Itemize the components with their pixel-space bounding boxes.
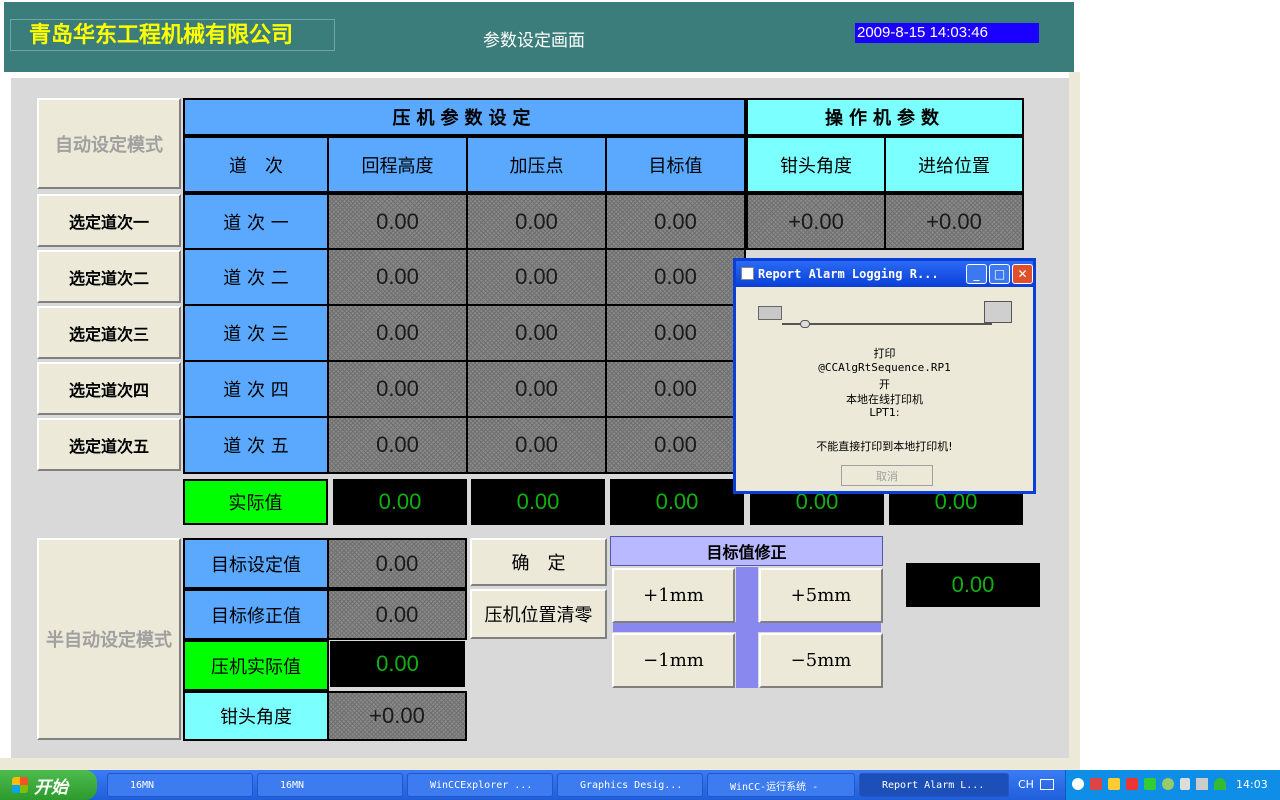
confirm-button[interactable]: 确 定: [470, 538, 607, 586]
select-pass-2-button[interactable]: 选定道次二: [37, 250, 181, 303]
minimize-icon[interactable]: _: [966, 264, 987, 284]
select-pass-4-button[interactable]: 选定道次四: [37, 362, 181, 415]
windows-logo-icon: [12, 777, 28, 793]
col-header-feed-position: 进给位置: [884, 136, 1024, 193]
pass-3-press-point[interactable]: 0.00: [466, 304, 607, 362]
taskbar-item-report-alarm[interactable]: Report Alarm L...: [859, 773, 1009, 797]
usb-icon[interactable]: [1180, 778, 1190, 790]
press-position-reset-button[interactable]: 压机位置清零: [470, 589, 607, 639]
pass-1-tong-angle[interactable]: +0.00: [746, 193, 886, 250]
window-edge: [1069, 72, 1080, 762]
col-header-tong-angle: 钳头角度: [746, 136, 886, 193]
pass-2-return-height[interactable]: 0.00: [327, 248, 468, 306]
plus-5mm-button[interactable]: +5mm: [759, 568, 883, 623]
shield-icon[interactable]: [1108, 778, 1120, 790]
dialog-line-1: 打印: [873, 347, 896, 360]
security-icon[interactable]: [1144, 778, 1156, 790]
press-params-header: 压机参数设定: [183, 98, 746, 136]
start-label: 开始: [34, 777, 68, 798]
tong-angle-label: 钳头角度: [183, 691, 329, 741]
pass-1-press-point[interactable]: 0.00: [466, 193, 607, 250]
row-label-pass-3: 道 次 三: [183, 304, 329, 362]
actual-return-height: 0.00: [333, 479, 467, 525]
pass-5-target[interactable]: 0.00: [605, 416, 746, 474]
pass-1-feed-position[interactable]: +0.00: [884, 193, 1024, 250]
taskbar-item-graphics-designer[interactable]: Graphics Desig...: [557, 773, 703, 797]
datetime-display: 2009-8-15 14:03:46: [855, 23, 1039, 43]
pass-5-return-height[interactable]: 0.00: [327, 416, 468, 474]
manipulator-params-header: 操作机参数: [746, 98, 1024, 136]
pass-5-press-point[interactable]: 0.00: [466, 416, 607, 474]
display-icon[interactable]: [1196, 778, 1208, 790]
keyboard-icon[interactable]: [1040, 779, 1054, 790]
target-correction-title: 目标值修正: [610, 536, 883, 566]
network-icon[interactable]: [1090, 778, 1102, 790]
close-icon[interactable]: ✕: [1012, 264, 1033, 284]
pass-4-press-point[interactable]: 0.00: [466, 360, 607, 418]
printer-icon: [984, 301, 1012, 323]
pass-3-return-height[interactable]: 0.00: [327, 304, 468, 362]
press-actual-label: 压机实际值: [183, 640, 329, 691]
pass-4-target[interactable]: 0.00: [605, 360, 746, 418]
target-correction-value[interactable]: 0.00: [327, 589, 467, 640]
col-header-target: 目标值: [605, 136, 746, 193]
col-header-return-height: 回程高度: [327, 136, 468, 193]
pass-2-press-point[interactable]: 0.00: [466, 248, 607, 306]
pass-4-return-height[interactable]: 0.00: [327, 360, 468, 418]
taskbar-item-wincc-runtime[interactable]: WinCC-运行系统 -: [707, 773, 855, 797]
app-icon: [741, 267, 754, 280]
target-set-value[interactable]: 0.00: [327, 538, 467, 589]
pass-1-return-height[interactable]: 0.00: [327, 193, 468, 250]
computer-icon: [758, 306, 782, 320]
auto-mode-button[interactable]: 自动设定模式: [37, 98, 181, 189]
taskbar-item-16mn-2[interactable]: 16MN: [257, 773, 403, 797]
correction-cross-vertical: [736, 567, 758, 688]
bottom-strip: [0, 758, 1080, 770]
transfer-line: [782, 323, 992, 325]
plus-1mm-button[interactable]: +1mm: [612, 568, 735, 623]
pass-3-target[interactable]: 0.00: [605, 304, 746, 362]
row-label-pass-4: 道 次 四: [183, 360, 329, 418]
actual-target: 0.00: [610, 479, 744, 525]
screen-title: 参数设定画面: [483, 31, 585, 51]
antivirus-icon[interactable]: [1126, 778, 1138, 790]
col-header-pass: 道 次: [183, 136, 329, 193]
tong-angle-value[interactable]: +0.00: [327, 691, 467, 741]
language-indicator[interactable]: CH: [1018, 778, 1034, 791]
taskbar-item-wincc-explorer[interactable]: WinCCExplorer ...: [407, 773, 553, 797]
report-alarm-dialog: Report Alarm Logging R... _ □ ✕ 打印 @CCAl…: [733, 258, 1036, 494]
select-pass-5-button[interactable]: 选定道次五: [37, 418, 181, 471]
dialog-line-2: @CCAlgRtSequence.RP1: [818, 361, 951, 374]
taskbar-item-16mn-1[interactable]: 16MN: [107, 773, 253, 797]
actual-press-point: 0.00: [471, 479, 605, 525]
maximize-icon[interactable]: □: [989, 264, 1010, 284]
semi-auto-mode-button[interactable]: 半自动设定模式: [37, 538, 181, 740]
dialog-line-3: 开: [879, 378, 890, 391]
cancel-button[interactable]: 取消: [841, 465, 933, 486]
actual-value-label: 实际值: [183, 479, 328, 525]
dialog-line-4: 本地在线打印机: [846, 393, 923, 406]
update-icon[interactable]: [1162, 778, 1174, 790]
pass-1-target[interactable]: 0.00: [605, 193, 746, 250]
minus-1mm-button[interactable]: −1mm: [612, 633, 735, 688]
col-header-press-point: 加压点: [466, 136, 607, 193]
target-correction-label: 目标修正值: [183, 589, 329, 640]
select-pass-3-button[interactable]: 选定道次三: [37, 306, 181, 359]
target-set-label: 目标设定值: [183, 538, 329, 589]
row-label-pass-2: 道 次 二: [183, 248, 329, 306]
tray-expand-icon[interactable]: [1072, 778, 1084, 790]
minus-5mm-button[interactable]: −5mm: [759, 633, 883, 688]
press-actual-value: 0.00: [330, 641, 465, 687]
row-label-pass-1: 道 次 一: [183, 193, 329, 250]
correction-display: 0.00: [906, 563, 1040, 607]
pass-2-target[interactable]: 0.00: [605, 248, 746, 306]
select-pass-1-button[interactable]: 选定道次一: [37, 194, 181, 247]
dialog-error-text: 不能直接打印到本地打印机!: [816, 440, 953, 453]
dialog-line-5: LPT1:: [869, 406, 900, 419]
transfer-progress-icon: [800, 320, 810, 328]
row-label-pass-5: 道 次 五: [183, 416, 329, 474]
company-name: 青岛华东工程机械有限公司: [10, 19, 335, 51]
taskbar-clock: 14:03: [1236, 778, 1268, 791]
tray-app-icon[interactable]: [1214, 778, 1226, 790]
